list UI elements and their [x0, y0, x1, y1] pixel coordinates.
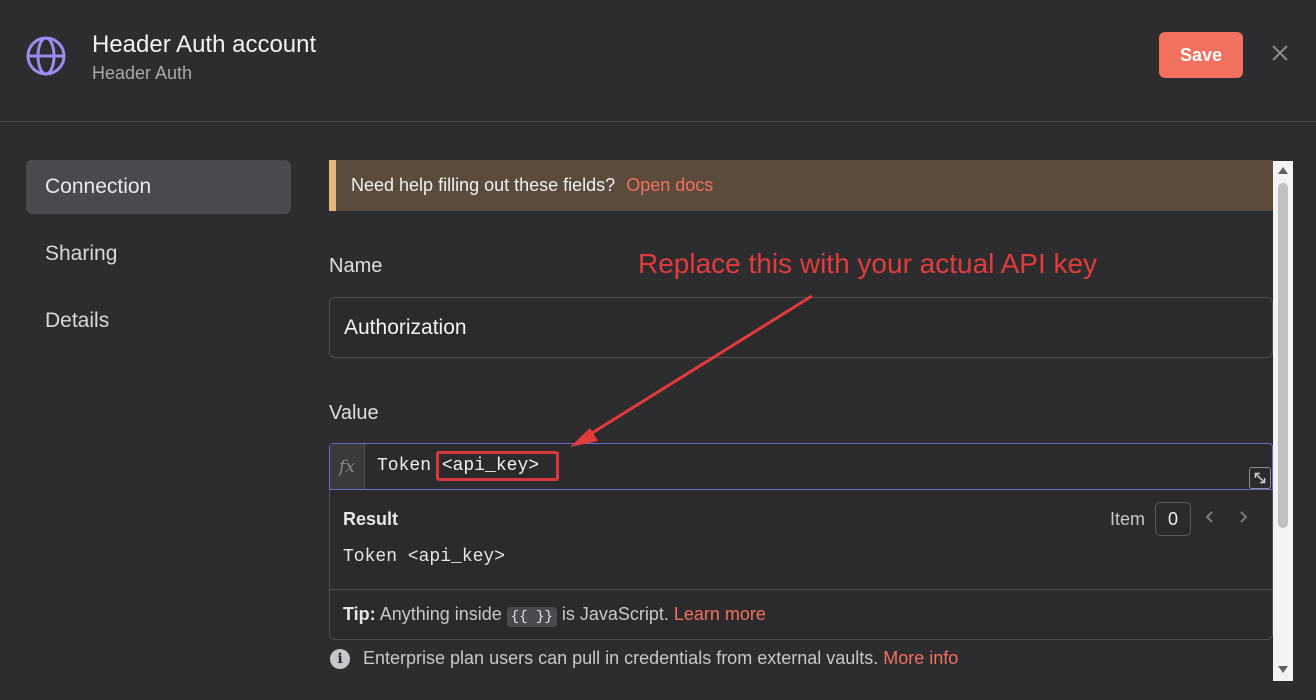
page-subtitle: Header Auth — [92, 63, 193, 83]
banner-text: Need help filling out these fields? — [351, 175, 616, 195]
info-line: i Enterprise plan users can pull in cred… — [330, 648, 958, 669]
tip-text: Tip: Anything inside {{ }} is JavaScript… — [343, 604, 766, 627]
value-prefix: Token — [377, 456, 432, 476]
tip-before: Anything inside — [379, 604, 502, 624]
info-icon: i — [330, 648, 350, 669]
save-button[interactable]: Save — [1159, 32, 1243, 78]
globe-icon — [26, 36, 66, 76]
expand-icon[interactable] — [1249, 467, 1271, 489]
item-label: Item — [1110, 509, 1146, 529]
result-panel: Result Item 0 Token <api_key> Tip: Anyth… — [329, 490, 1273, 640]
chevron-right-icon[interactable] — [1236, 510, 1250, 524]
open-docs-link[interactable]: Open docs — [626, 175, 713, 196]
sidebar-item-sharing[interactable]: Sharing — [26, 227, 291, 281]
modal-header: Header Auth account Header Auth Save — [0, 0, 1316, 122]
scroll-down-arrow-icon[interactable] — [1278, 666, 1288, 673]
name-input[interactable]: Authorization — [329, 297, 1273, 358]
result-label: Result — [343, 509, 399, 529]
chevron-left-icon[interactable] — [1203, 510, 1217, 524]
learn-more-link[interactable]: Learn more — [674, 604, 766, 624]
tip-bold: Tip: — [343, 604, 376, 624]
sidebar-item-details[interactable]: Details — [26, 294, 291, 348]
help-banner: Need help filling out these fields? Open… — [329, 160, 1273, 211]
scrollbar[interactable] — [1273, 161, 1293, 681]
fx-icon: fx — [330, 444, 365, 489]
code-chip: {{ }} — [506, 607, 557, 627]
name-label: Name — [329, 255, 383, 277]
tip-after: is JavaScript. — [561, 604, 669, 624]
page-title: Header Auth account — [92, 31, 317, 58]
value-label: Value — [329, 402, 379, 424]
result-value: Token <api_key> — [343, 547, 506, 567]
sidebar-item-connection[interactable]: Connection — [26, 160, 291, 214]
divider — [330, 589, 1272, 590]
info-text: Enterprise plan users can pull in creden… — [363, 648, 879, 668]
scrollbar-thumb[interactable] — [1278, 183, 1288, 528]
more-info-link[interactable]: More info — [883, 648, 958, 669]
close-icon[interactable] — [1270, 43, 1290, 63]
annotation-highlight-box — [436, 451, 559, 481]
item-index-input[interactable]: 0 — [1155, 502, 1191, 536]
scroll-up-arrow-icon[interactable] — [1278, 167, 1288, 174]
annotation-text: Replace this with your actual API key — [638, 248, 1098, 279]
